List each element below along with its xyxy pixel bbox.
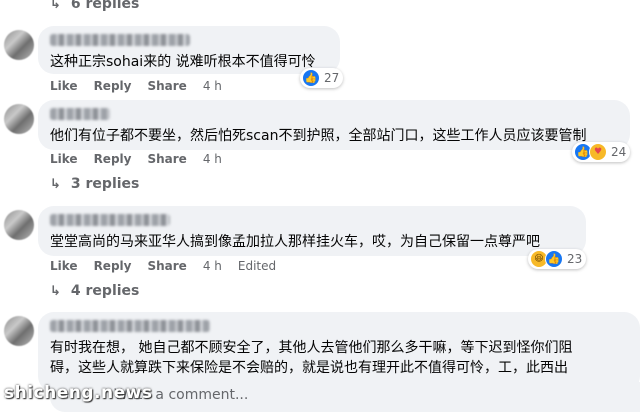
avatar[interactable]	[4, 210, 34, 240]
comment-timestamp[interactable]: 4 h	[203, 259, 222, 273]
reaction-count: 24	[611, 145, 627, 159]
avatar[interactable]	[4, 104, 34, 134]
comment-bubble: 这种正宗sohai来的 说难听根本不值得可怜	[38, 26, 340, 74]
comment-bubble: 有时我在想， 她自己都不顾安全了，其他人去管他们那么多干嘛，等下迟到怪你们阻 碍…	[38, 312, 640, 392]
comment-text-line2: 碍，这些人就算跌下来保险是不会赔的，就是说也有理开此不值得可怜，工，此西出	[50, 360, 568, 376]
replies-count-label: 4 replies	[70, 283, 140, 299]
edited-label[interactable]: Edited	[238, 259, 276, 273]
reaction-summary[interactable]: 😆 👍 23	[528, 249, 587, 269]
replies-count-label: 6 replies	[70, 0, 140, 12]
replies-count-label: 3 replies	[70, 176, 140, 192]
commenter-name-blurred[interactable]	[50, 34, 190, 46]
view-replies-link[interactable]: ↳ 6 replies	[50, 0, 139, 12]
comment-bubble: 他们有位子都不要坐，然后怕死scan不到护照，全部站门口，这些工作人员应该要管制	[38, 100, 630, 150]
like-icon: 👍	[302, 69, 320, 87]
commenter-name-blurred[interactable]	[50, 108, 110, 120]
reaction-count: 27	[324, 71, 340, 85]
comment-text: 这种正宗sohai来的 说难听根本不值得可怜	[50, 54, 316, 70]
share-button[interactable]: Share	[147, 152, 186, 166]
comment-actions: Like Reply Share 4 h	[50, 79, 238, 93]
comment-text: 他们有位子都不要坐，然后怕死scan不到护照，全部站门口，这些工作人员应该要管制	[50, 128, 587, 144]
comment-timestamp[interactable]: 4 h	[203, 152, 222, 166]
comment-text: 堂堂高尚的马来亚华人搞到像孟加拉人那样挂火车，哎，为自己保留一点尊严吧	[50, 234, 540, 250]
comment-bubble: 堂堂高尚的马来亚华人搞到像孟加拉人那样挂火车，哎，为自己保留一点尊严吧	[38, 206, 586, 256]
reply-button[interactable]: Reply	[94, 79, 132, 93]
share-button[interactable]: Share	[147, 79, 186, 93]
comment-timestamp[interactable]: 4 h	[203, 79, 222, 93]
like-button[interactable]: Like	[50, 79, 78, 93]
reaction-count: 23	[567, 252, 583, 266]
reaction-summary[interactable]: 👍 ♥ 24	[572, 142, 631, 162]
reply-arrow-icon: ↳	[50, 0, 61, 12]
avatar[interactable]	[4, 30, 34, 60]
like-icon: 👍	[545, 250, 563, 268]
avatar[interactable]	[4, 316, 34, 346]
comment-text: 有时我在想， 她自己都不顾安全了，其他人去管他们那么多干嘛，等下迟到怪你们阻	[50, 340, 573, 356]
view-replies-link[interactable]: ↳ 4 replies	[50, 283, 139, 299]
reply-arrow-icon: ↳	[50, 283, 61, 299]
reaction-summary[interactable]: 👍 27	[300, 68, 344, 88]
share-button[interactable]: Share	[147, 259, 186, 273]
reply-button[interactable]: Reply	[94, 152, 132, 166]
watermark: shicheng.news	[4, 383, 153, 403]
commenter-name-blurred[interactable]	[50, 320, 210, 332]
view-replies-link[interactable]: ↳ 3 replies	[50, 176, 139, 192]
care-icon: ♥	[589, 143, 607, 161]
comment-actions: Like Reply Share 4 h Edited	[50, 259, 292, 273]
like-button[interactable]: Like	[50, 152, 78, 166]
commenter-name-blurred[interactable]	[50, 214, 170, 226]
reply-arrow-icon: ↳	[50, 176, 61, 192]
comment-actions: Like Reply Share 4 h	[50, 152, 238, 166]
reply-button[interactable]: Reply	[94, 259, 132, 273]
like-button[interactable]: Like	[50, 259, 78, 273]
